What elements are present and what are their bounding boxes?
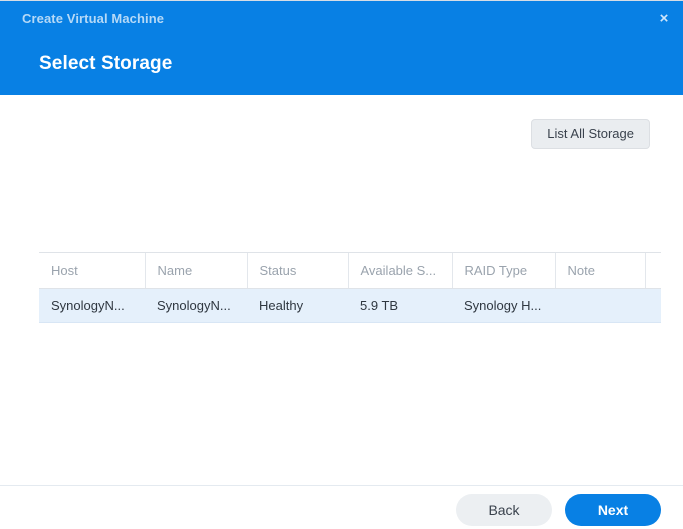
table-toolbar: List All Storage [39, 119, 650, 149]
storage-table-container: Host Name Status Available S... RAID Typ… [39, 252, 661, 323]
cell-note [555, 288, 645, 323]
cell-name: SynologyN... [145, 288, 247, 323]
footer-button-group: Back Next [456, 494, 661, 526]
column-header-name[interactable]: Name [145, 253, 248, 289]
storage-table: Host Name Status Available S... RAID Typ… [39, 253, 661, 323]
column-header-note[interactable]: Note [555, 253, 646, 289]
back-button[interactable]: Back [456, 494, 552, 526]
window-title: Create Virtual Machine [22, 11, 165, 26]
dialog-footer: Back Next [0, 485, 683, 529]
column-header-spacer [645, 253, 661, 289]
cell-host: SynologyN... [39, 288, 145, 323]
column-header-raid-type[interactable]: RAID Type [452, 253, 556, 289]
close-icon[interactable]: × [653, 7, 675, 29]
storage-table-body: SynologyN... SynologyN... Healthy 5.9 TB… [39, 288, 661, 323]
list-all-storage-button[interactable]: List All Storage [531, 119, 650, 149]
table-row[interactable]: SynologyN... SynologyN... Healthy 5.9 TB… [39, 288, 661, 323]
create-virtual-machine-dialog: Create Virtual Machine × Select Storage … [0, 0, 683, 529]
column-header-available-size[interactable]: Available S... [348, 253, 453, 289]
page-title: Select Storage [39, 53, 173, 74]
cell-spacer [645, 288, 661, 323]
cell-status: Healthy [247, 288, 348, 323]
column-header-status[interactable]: Status [247, 253, 349, 289]
cell-raid-type: Synology H... [452, 288, 555, 323]
column-header-host[interactable]: Host [39, 253, 146, 289]
cell-available-size: 5.9 TB [348, 288, 452, 323]
next-button[interactable]: Next [565, 494, 661, 526]
storage-table-head: Host Name Status Available S... RAID Typ… [39, 253, 661, 289]
table-header-row: Host Name Status Available S... RAID Typ… [39, 253, 661, 289]
dialog-header: Create Virtual Machine × Select Storage [0, 1, 683, 95]
dialog-body: List All Storage Host Name Status Availa… [0, 95, 683, 485]
